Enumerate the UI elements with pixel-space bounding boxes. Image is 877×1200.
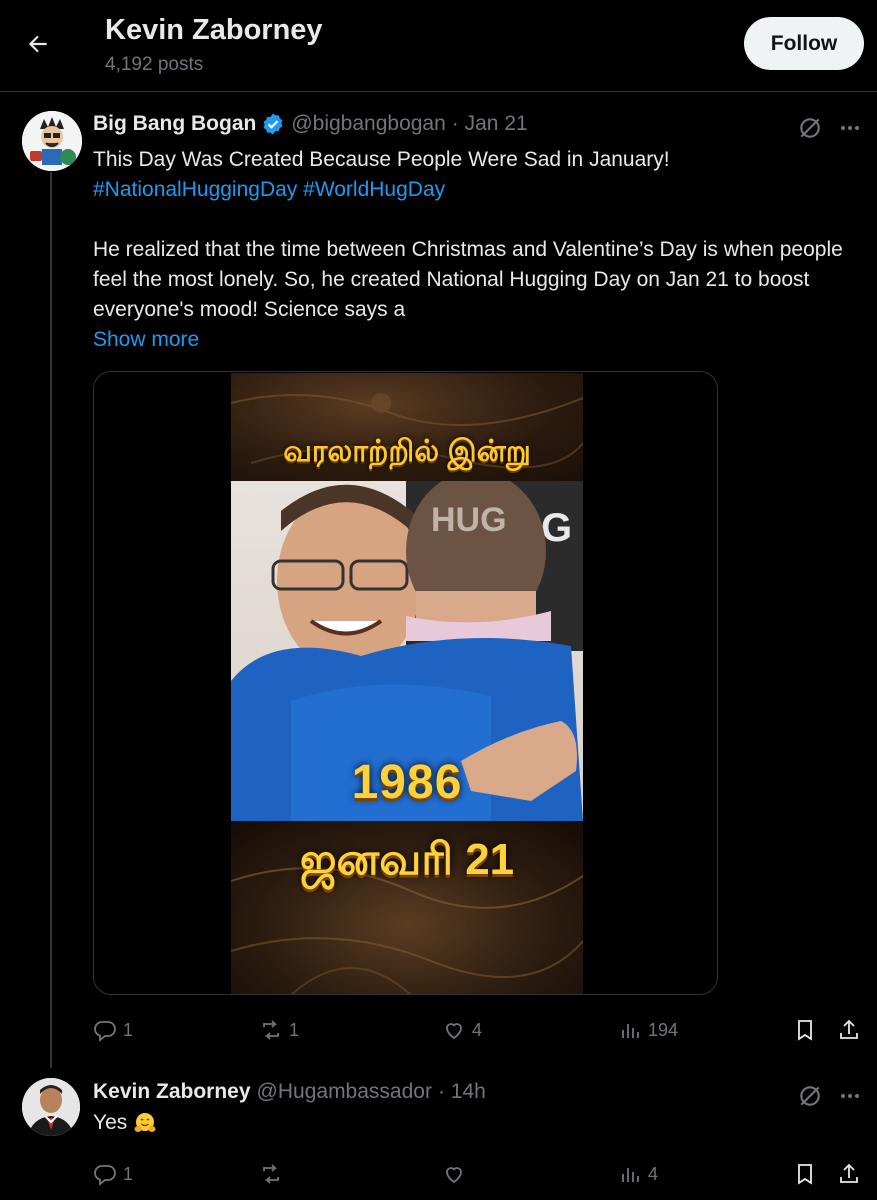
bookmark-icon [798, 1164, 812, 1185]
grok-icon[interactable] [796, 114, 824, 142]
like-button[interactable]: 4 [442, 1015, 482, 1045]
views-button[interactable]: 4 [618, 1159, 658, 1189]
reply-icon [94, 1165, 116, 1186]
bookmark-button[interactable] [793, 1015, 823, 1045]
tweet-paragraph: He realized that the time between Christ… [93, 238, 843, 321]
verified-badge-icon [261, 112, 285, 136]
show-more-link[interactable]: Show more [93, 325, 863, 355]
thread-connector-line [50, 172, 52, 1068]
reply-author-handle[interactable]: @Hugambassador [257, 1080, 432, 1104]
like-button[interactable] [442, 1159, 472, 1189]
poster-title: வரலாற்றில் இன்று [283, 435, 531, 468]
profile-header: Kevin Zaborney 4,192 posts Follow [0, 0, 877, 92]
reply-meta: Kevin Zaborney @Hugambassador · 14h [93, 1080, 486, 1104]
reply-icon [94, 1021, 116, 1042]
reply-author-name[interactable]: Kevin Zaborney [93, 1080, 251, 1104]
page-title: Kevin Zaborney [105, 14, 323, 46]
tweet-media[interactable]: வரலாற்றில் இன்று G HUG 1986 ஜனவரி 21 [93, 371, 718, 995]
like-count: 4 [472, 1019, 483, 1040]
reply-count: 1 [123, 1019, 134, 1040]
reply-text: Yes [93, 1111, 128, 1134]
author-handle[interactable]: @bigbangbogan [291, 112, 445, 136]
repost-count: 1 [289, 1019, 300, 1040]
shirt-text: HUG [431, 501, 507, 539]
author-name[interactable]: Big Bang Bogan [93, 112, 256, 136]
poster-date: ஜனவரி 21 [299, 835, 515, 884]
repost-icon [263, 1164, 279, 1184]
grok-icon[interactable] [796, 1082, 824, 1110]
avatar[interactable] [22, 111, 82, 171]
tweet-body: This Day Was Created Because People Were… [93, 145, 863, 355]
reply-button[interactable]: 1 [93, 1159, 133, 1189]
share-icon [840, 1019, 858, 1039]
heart-icon [446, 1023, 462, 1040]
posts-count: 4,192 posts [105, 54, 204, 75]
reply-actions: 1 4 [93, 1159, 863, 1189]
views-icon [622, 1024, 639, 1038]
back-arrow-icon[interactable] [22, 28, 54, 60]
share-button[interactable] [837, 1159, 867, 1189]
tweet-line-1: This Day Was Created Because People Were… [93, 148, 670, 171]
share-icon [840, 1163, 858, 1183]
reply-button[interactable]: 1 [93, 1015, 133, 1045]
views-count: 194 [648, 1019, 679, 1040]
reply-time[interactable]: · 14h [438, 1080, 486, 1104]
poster-image: வரலாற்றில் இன்று G HUG 1986 ஜனவரி 21 [231, 373, 583, 994]
reply-count: 1 [123, 1163, 134, 1184]
bookmark-icon [798, 1020, 812, 1041]
repost-button[interactable] [259, 1159, 289, 1189]
views-icon [622, 1168, 639, 1182]
hashtag-links[interactable]: #NationalHuggingDay #WorldHugDay [93, 175, 863, 205]
poster-year: 1986 [351, 756, 463, 809]
repost-button[interactable]: 1 [259, 1015, 299, 1045]
follow-button[interactable]: Follow [744, 17, 864, 70]
heart-icon [446, 1167, 462, 1184]
share-button[interactable] [837, 1015, 867, 1045]
repost-icon [263, 1020, 279, 1040]
tweet-actions: 1 1 4 194 [93, 1015, 863, 1045]
views-button[interactable]: 194 [618, 1015, 678, 1045]
more-options-icon[interactable] [836, 1082, 864, 1110]
views-count: 4 [648, 1163, 659, 1184]
bookmark-button[interactable] [793, 1159, 823, 1189]
avatar[interactable] [22, 1078, 80, 1136]
reply-body: Yes [93, 1111, 157, 1135]
tweet-date[interactable]: · Jan 21 [452, 112, 528, 136]
hugging-face-icon [133, 1111, 157, 1135]
more-options-icon[interactable] [836, 114, 864, 142]
tweet-meta: Big Bang Bogan @bigbangbogan · Jan 21 [93, 112, 528, 136]
